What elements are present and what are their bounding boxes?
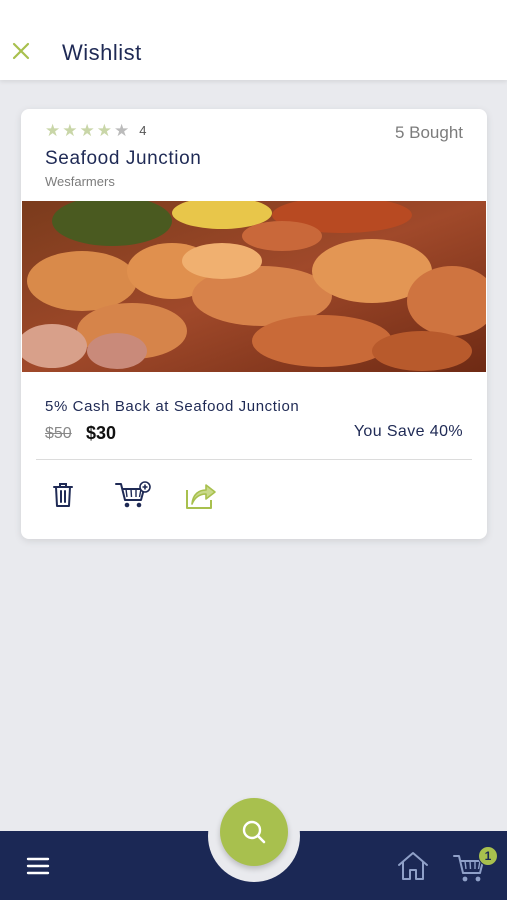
remove-button[interactable] <box>43 477 83 513</box>
page-title: Wishlist <box>62 40 142 65</box>
star-icon: ★ <box>114 121 130 140</box>
cart-button[interactable]: 1 <box>452 846 498 886</box>
search-button[interactable] <box>220 798 288 866</box>
add-to-cart-icon <box>115 481 151 508</box>
star-icon: ★ <box>62 121 78 140</box>
star-icon: ★ <box>96 121 112 140</box>
close-icon <box>12 42 30 60</box>
menu-button[interactable] <box>26 855 52 877</box>
rating-value: 4 <box>139 123 147 138</box>
cart-count-badge: 1 <box>478 846 498 866</box>
bought-count: 5 Bought <box>394 123 463 142</box>
star-rating: ★ ★ ★ ★ ★ 4 <box>45 122 146 139</box>
original-price: $50 <box>45 425 72 442</box>
wishlist-card[interactable]: ★ ★ ★ ★ ★ 4 5 Bought Seafood Junction We… <box>21 109 487 539</box>
share-button[interactable] <box>181 477 221 513</box>
deal-description: 5% Cash Back at Seafood Junction <box>45 398 300 415</box>
divider <box>36 459 472 460</box>
search-icon <box>242 820 266 844</box>
star-icon: ★ <box>79 121 95 140</box>
share-icon <box>186 484 216 509</box>
home-button[interactable] <box>396 849 430 883</box>
deal-image[interactable] <box>22 201 486 372</box>
app-header: Wishlist <box>0 0 507 80</box>
deal-price: $30 <box>86 423 117 443</box>
close-button[interactable] <box>10 40 32 62</box>
savings-label: You Save 40% <box>353 423 463 440</box>
trash-icon <box>53 483 73 507</box>
home-icon <box>398 852 428 880</box>
menu-icon <box>26 857 50 875</box>
merchant-name: Wesfarmers <box>45 174 115 189</box>
star-icon: ★ <box>45 121 61 140</box>
deal-title[interactable]: Seafood Junction <box>45 148 201 170</box>
add-to-cart-button[interactable] <box>113 477 153 513</box>
